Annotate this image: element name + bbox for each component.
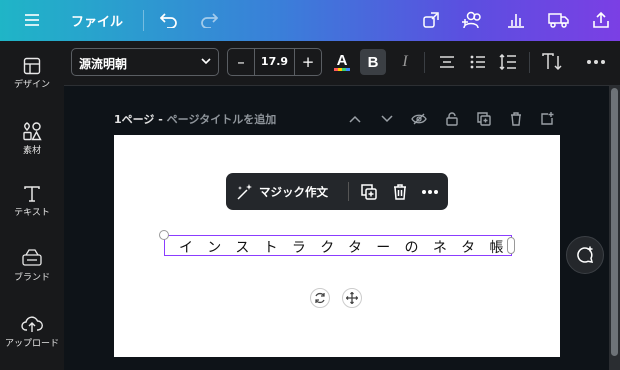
page-title-bar: 1ページ - ページタイトルを追加: [114, 111, 276, 127]
upload-share-icon[interactable]: [590, 9, 612, 31]
sidebar-item-upload[interactable]: アップロード: [0, 314, 64, 349]
file-menu[interactable]: ファイル: [71, 11, 123, 30]
elements-icon: [23, 122, 42, 141]
page-title-input[interactable]: ページタイトルを追加: [167, 113, 277, 126]
sidebar-item-label: 素材: [22, 146, 41, 156]
share-people-icon[interactable]: [462, 9, 484, 31]
add-page-icon[interactable]: [538, 110, 556, 128]
design-icon: [23, 57, 41, 75]
decrease-font-size-button[interactable]: –: [228, 49, 255, 75]
scrollbar-thumb[interactable]: [611, 88, 618, 356]
delivery-truck-icon[interactable]: [548, 9, 570, 31]
divider: [348, 182, 349, 201]
vertical-text-icon[interactable]: [540, 50, 564, 74]
analytics-icon[interactable]: [505, 9, 527, 31]
sidebar-item-label: テキスト: [14, 208, 50, 218]
sidebar-item-label: ブランド: [13, 273, 50, 283]
sidebar-item-brand[interactable]: ブランド: [0, 248, 64, 283]
divider: [529, 52, 530, 73]
sidebar-item-label: アップロード: [4, 339, 59, 349]
font-family-value: 源流明朝: [79, 57, 128, 71]
text-toolbar: 源流明朝 – 17.9 + A B I: [64, 41, 620, 86]
duplicate-page-icon[interactable]: [475, 110, 493, 128]
redo-icon[interactable]: [198, 9, 220, 31]
text-icon: [24, 186, 40, 202]
add-comment-icon: [577, 246, 594, 263]
magic-write-label: マジック作文: [259, 185, 328, 199]
bold-button[interactable]: B: [360, 49, 386, 75]
magic-wand-icon: [237, 184, 252, 200]
chevron-down-icon[interactable]: [378, 110, 396, 128]
sidebar-item-text[interactable]: テキスト: [0, 185, 64, 218]
font-size-input[interactable]: 17.9: [255, 55, 294, 68]
rotate-icon[interactable]: [310, 288, 330, 308]
increase-font-size-button[interactable]: +: [294, 49, 321, 75]
italic-button[interactable]: I: [393, 50, 417, 74]
align-center-icon[interactable]: [435, 50, 459, 74]
move-icon[interactable]: [342, 288, 362, 308]
svg-text:A: A: [337, 52, 348, 69]
magic-resize-icon[interactable]: [420, 9, 442, 31]
font-size-stepper: – 17.9 +: [227, 48, 322, 76]
sidebar-item-elements[interactable]: 素材: [0, 121, 64, 156]
top-bar: ファイル: [0, 0, 620, 41]
page-number-label: 1ページ -: [114, 113, 167, 126]
sidebar: デザイン 素材 テキスト ブランド アップロード: [0, 41, 64, 370]
chevron-up-icon[interactable]: [346, 110, 364, 128]
vertical-scrollbar[interactable]: [609, 86, 620, 370]
chevron-down-icon: [200, 55, 212, 70]
duplicate-icon[interactable]: [359, 182, 379, 202]
more-options-icon[interactable]: [584, 50, 608, 74]
canvas-text[interactable]: インストラクターのネタ帳: [179, 237, 518, 257]
divider: [424, 52, 425, 73]
lock-icon[interactable]: [443, 110, 461, 128]
brand-icon: [22, 249, 42, 266]
sidebar-item-label: デザイン: [13, 80, 50, 90]
hide-page-icon[interactable]: [410, 110, 428, 128]
side-resize-handle[interactable]: [507, 237, 515, 254]
text-color-icon: A: [334, 52, 350, 71]
more-options-icon[interactable]: [420, 182, 440, 202]
undo-icon[interactable]: [158, 9, 180, 31]
add-comment-button[interactable]: [566, 236, 604, 274]
delete-icon[interactable]: [390, 182, 410, 202]
resize-handle[interactable]: [159, 230, 169, 240]
line-spacing-icon[interactable]: [496, 50, 520, 74]
bullet-list-icon[interactable]: [466, 50, 490, 74]
delete-page-icon[interactable]: [507, 110, 525, 128]
divider: [143, 10, 144, 31]
selected-text-box[interactable]: インストラクターのネタ帳: [164, 235, 512, 256]
hamburger-icon[interactable]: [21, 9, 43, 31]
text-color-button[interactable]: A: [330, 50, 354, 74]
cloud-upload-icon: [21, 316, 43, 332]
magic-write-button[interactable]: マジック作文: [236, 183, 328, 201]
font-family-select[interactable]: 源流明朝: [71, 48, 219, 76]
sidebar-item-design[interactable]: デザイン: [0, 57, 64, 90]
floating-context-toolbar: マジック作文: [226, 173, 448, 210]
